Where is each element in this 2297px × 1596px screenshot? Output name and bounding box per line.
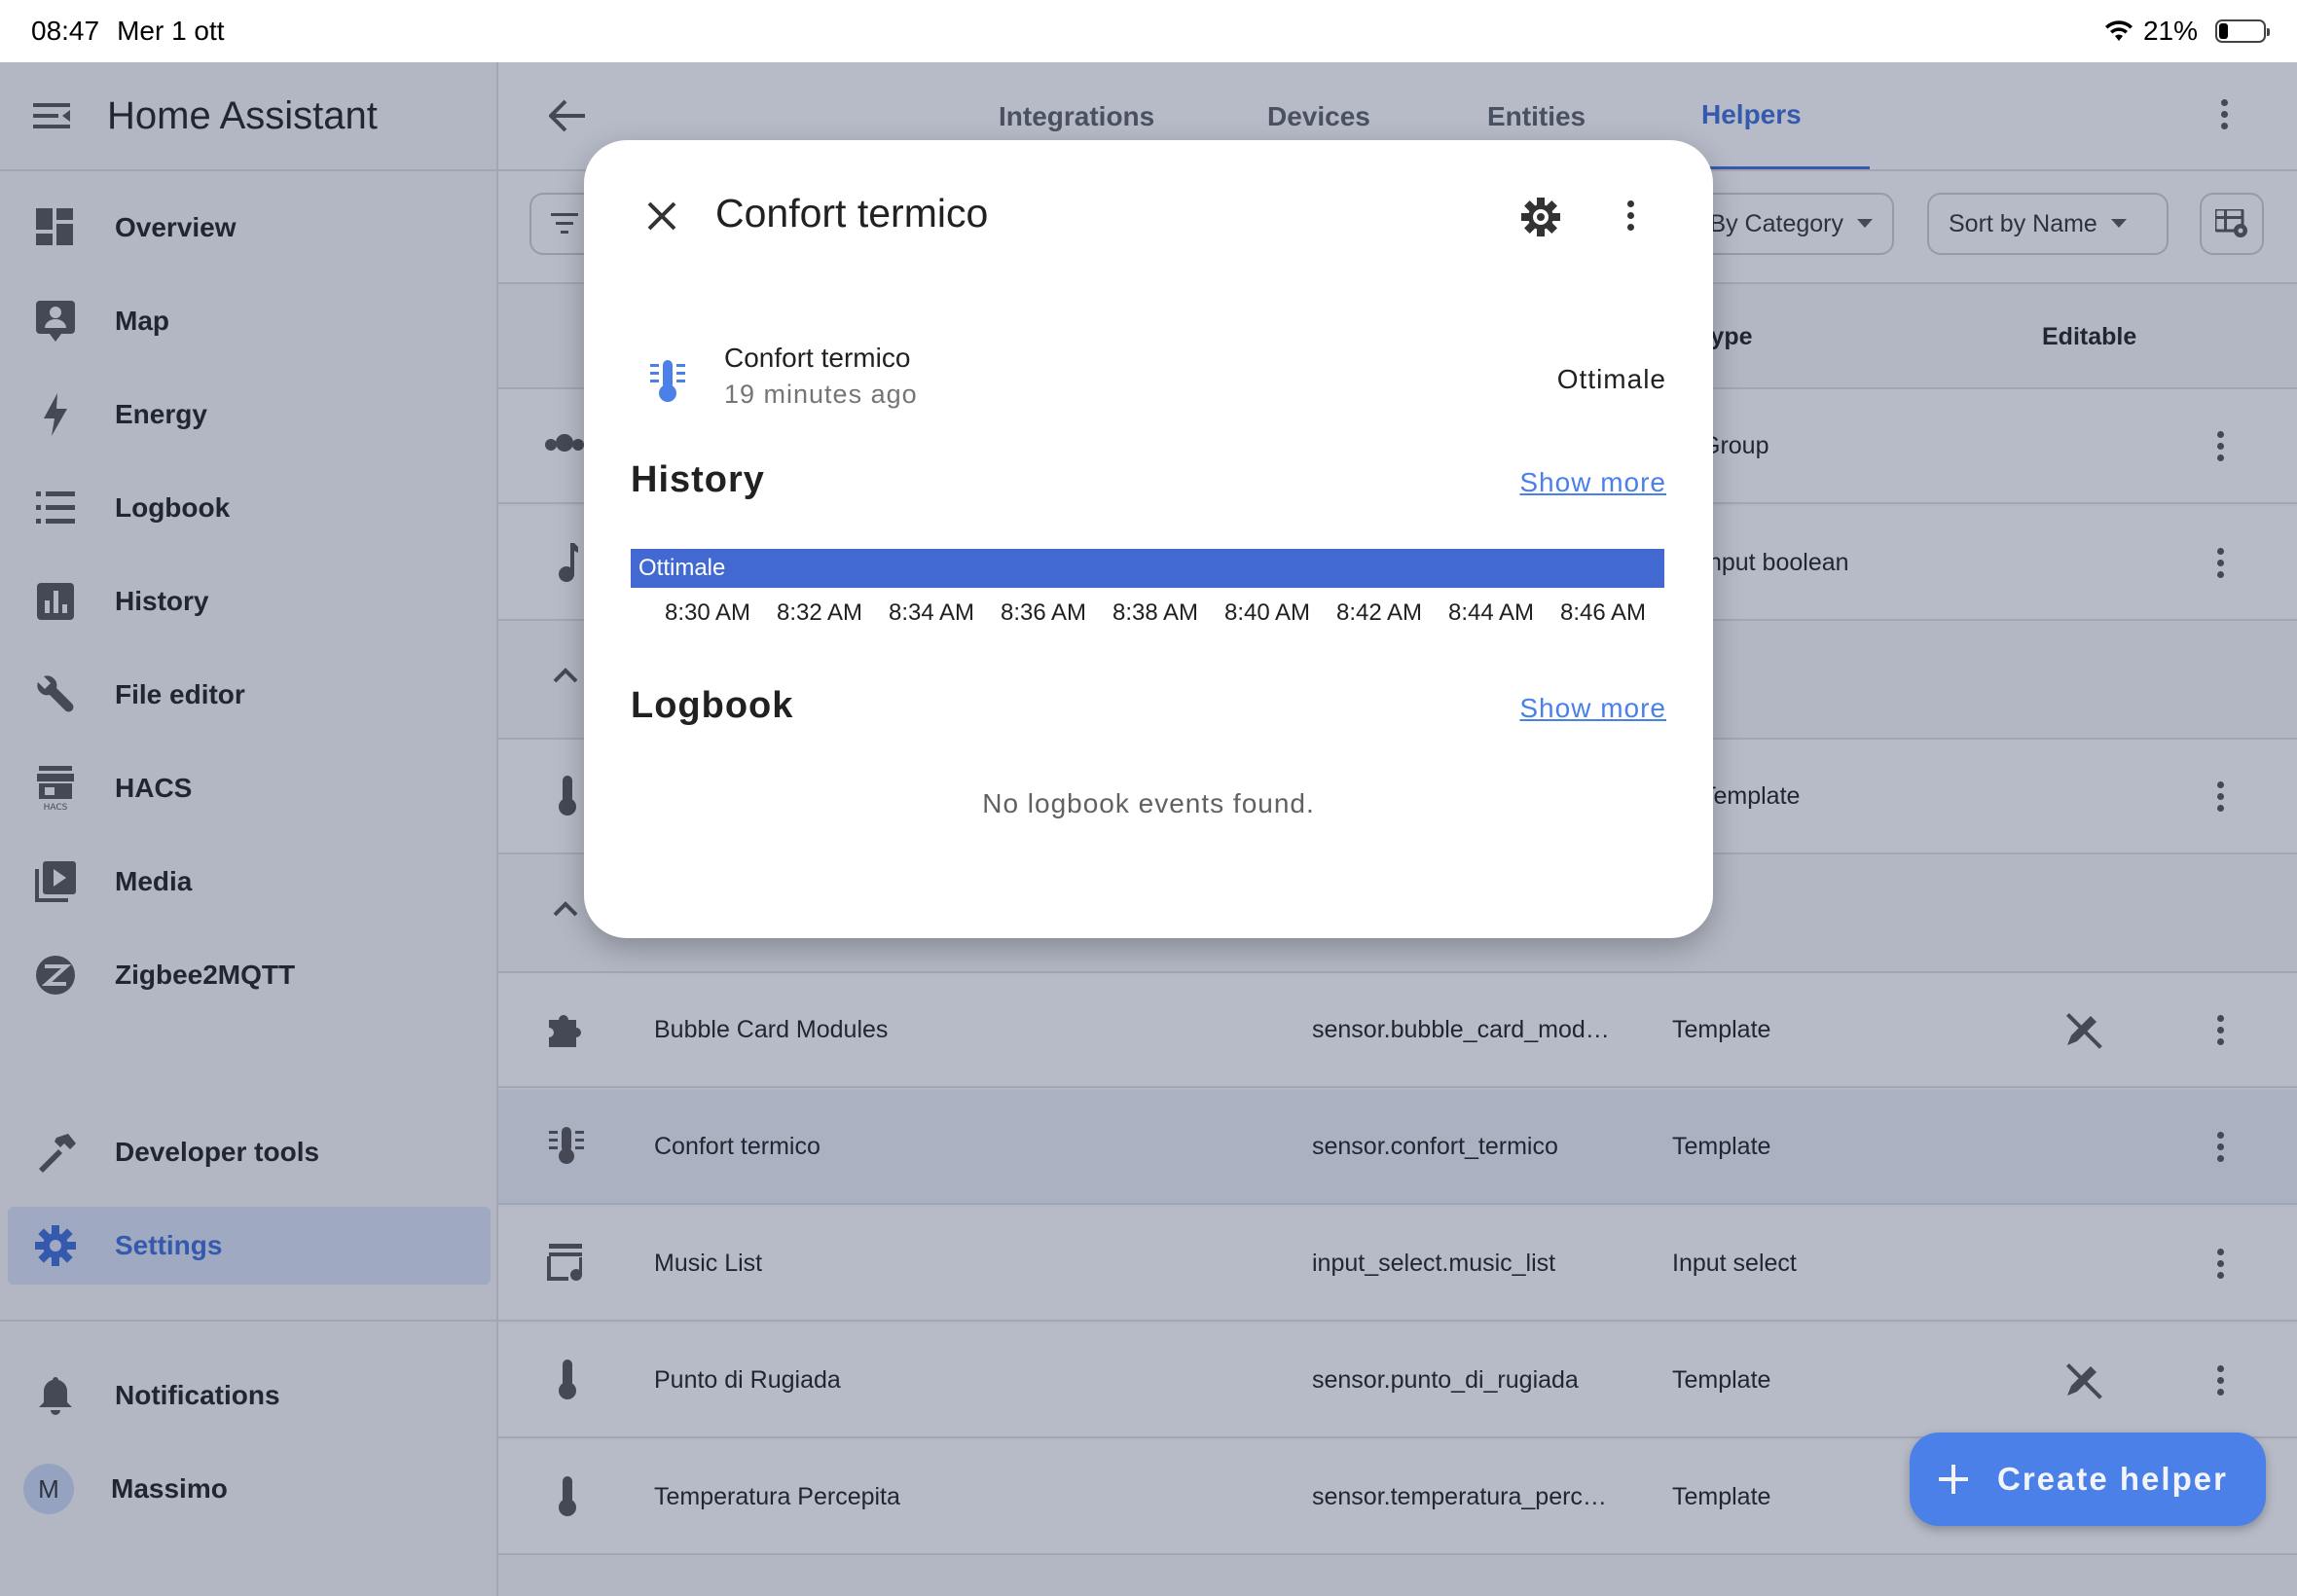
history-title: History <box>631 459 765 500</box>
more-info-dialog: Confort termico Confort termico 19 minut… <box>584 140 1713 938</box>
battery-percent: 21% <box>2142 16 2198 46</box>
status-date: Mer 1 ott <box>117 16 225 46</box>
timeline-tick-label: 8:46 AM <box>1559 599 1647 626</box>
create-helper-button[interactable]: Create helper <box>1910 1433 2266 1526</box>
dialog-title: Confort termico <box>715 191 989 236</box>
timeline-tick-label: 8:38 AM <box>1112 599 1199 626</box>
timeline-axis: 8:30 AM 8:32 AM 8:34 AM 8:36 AM 8:38 AM 8:40 … <box>631 599 1664 631</box>
gear-icon[interactable] <box>1520 197 1561 237</box>
timeline-tick-label: 8:40 AM <box>1223 599 1311 626</box>
timeline-tick-label: 8:32 AM <box>776 599 863 626</box>
status-time: 08:47 <box>31 16 100 46</box>
status-bar: 08:47 Mer 1 ott 21% <box>0 0 2297 62</box>
wifi-icon <box>2104 19 2133 43</box>
entity-last-changed: 19 minutes ago <box>724 380 918 409</box>
logbook-show-more-link[interactable]: Show more <box>1519 693 1666 724</box>
dialog-overflow-menu-icon[interactable] <box>1627 200 1634 231</box>
timeline-tick-label: 8:34 AM <box>888 599 975 626</box>
entity-state: Ottimale <box>1556 364 1666 394</box>
logbook-title: Logbook <box>631 685 794 726</box>
logbook-empty-message: No logbook events found. <box>982 788 1315 818</box>
history-timeline-bar[interactable]: Ottimale <box>631 549 1664 588</box>
timeline-tick-label: 8:44 AM <box>1447 599 1535 626</box>
timeline-tick-label: 8:36 AM <box>1000 599 1087 626</box>
timeline-tick-label: 8:30 AM <box>664 599 751 626</box>
battery-icon <box>2215 19 2270 43</box>
close-icon[interactable] <box>646 200 677 232</box>
entity-name: Confort termico <box>724 343 911 373</box>
history-show-more-link[interactable]: Show more <box>1519 467 1666 498</box>
timeline-tick-label: 8:42 AM <box>1335 599 1423 626</box>
plus-icon <box>1939 1465 1968 1494</box>
thermometer-lines-icon <box>648 360 687 403</box>
